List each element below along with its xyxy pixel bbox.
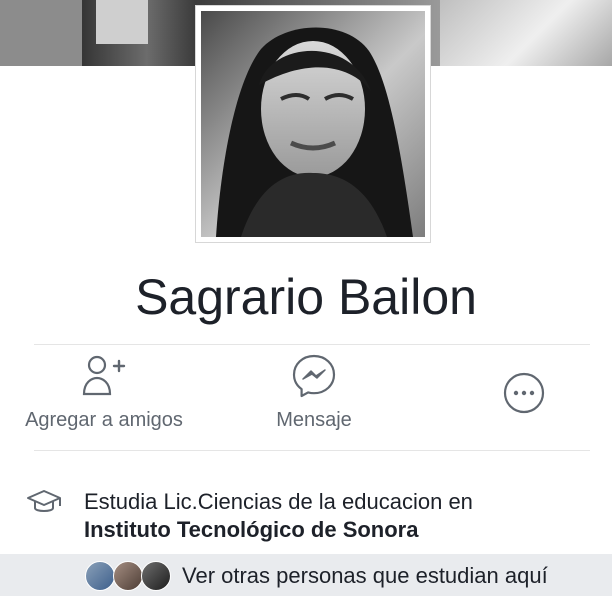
divider	[34, 344, 590, 345]
add-friend-icon	[82, 355, 126, 396]
classmate-avatar-1	[85, 561, 115, 591]
graduation-cap-icon	[27, 490, 61, 512]
profile-name: Sagrario Bailon	[135, 269, 477, 325]
see-classmates-link[interactable]: Ver otras personas que estudian aquí	[182, 563, 548, 589]
message-label: Mensaje	[276, 409, 352, 431]
profile-photo-frame[interactable]	[195, 5, 431, 243]
cover-photo-detail	[96, 0, 148, 44]
education-text: Estudia Lic.Ciencias de la educacion en	[84, 489, 473, 514]
add-friend-label: Agregar a amigos	[25, 409, 183, 431]
education-row[interactable]: Estudia Lic.Ciencias de la educacion en …	[24, 484, 584, 550]
message-button[interactable]: Mensaje	[244, 352, 384, 448]
more-options-button[interactable]	[494, 370, 554, 466]
cover-photo-detail	[0, 0, 82, 66]
messenger-icon	[292, 354, 336, 398]
cover-photo-detail	[440, 0, 612, 66]
profile-photo	[201, 11, 425, 237]
classmate-avatar-3	[141, 561, 171, 591]
classmates-avatars	[85, 561, 175, 591]
divider	[34, 450, 590, 451]
classmate-avatar-2	[113, 561, 143, 591]
education-institution-link[interactable]: Instituto Tecnológico de Sonora	[84, 517, 418, 543]
more-options-icon	[503, 372, 545, 414]
classmates-bar[interactable]: Ver otras personas que estudian aquí	[0, 554, 612, 596]
add-friend-button[interactable]: Agregar a amigos	[14, 352, 194, 448]
